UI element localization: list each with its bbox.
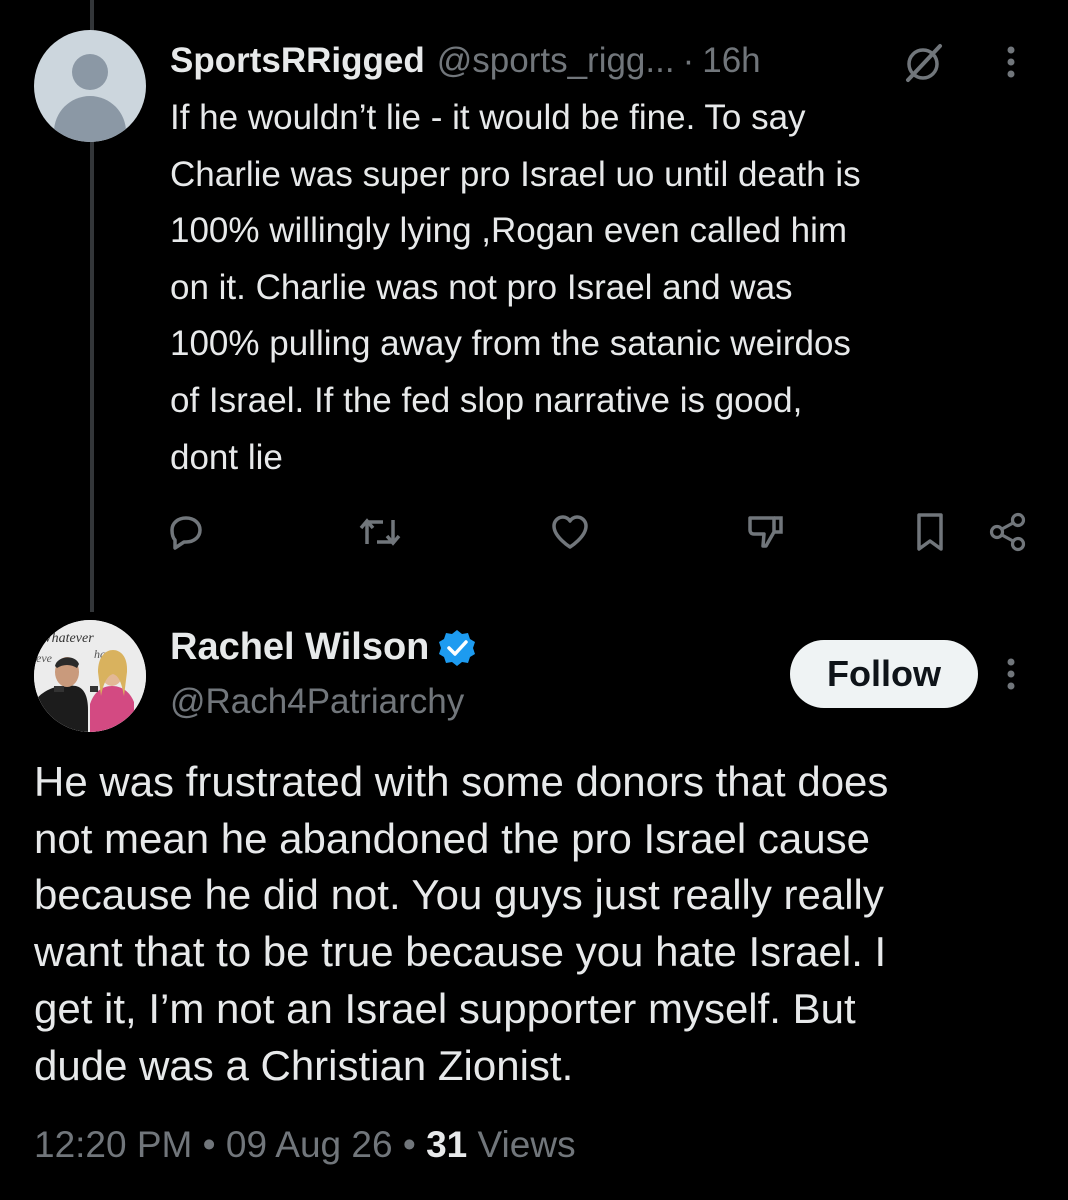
separator-dot: • xyxy=(202,1124,216,1165)
reply-text: If he wouldn’t lie - it would be fine. T… xyxy=(170,90,1030,486)
bookmark-button[interactable] xyxy=(906,508,954,556)
author-display-name[interactable]: Rachel Wilson xyxy=(170,626,429,669)
tweet-text-line: want that to be true because you hate Is… xyxy=(34,928,887,976)
share-icon xyxy=(989,512,1026,552)
author-name-row: Rachel Wilson xyxy=(170,626,477,669)
avatar-head-shape xyxy=(72,54,108,90)
default-avatar[interactable] xyxy=(34,30,146,142)
repost-button[interactable] xyxy=(356,508,404,556)
reply-tweet[interactable]: SportsRRigged @sports_rigg... · 16h If h… xyxy=(0,0,1068,610)
reply-text-line: 100% pulling away from the satanic weird… xyxy=(170,324,851,364)
tweet-text-line: get it, I’m not an Israel supporter myse… xyxy=(34,984,856,1032)
like-icon xyxy=(552,515,588,549)
views-label: Views xyxy=(477,1124,576,1165)
grok-icon[interactable] xyxy=(900,42,946,84)
reply-icon xyxy=(170,516,202,550)
tweet-text-line: because he did not. You guys just really… xyxy=(34,871,884,919)
dislike-icon xyxy=(748,516,783,548)
reply-timestamp[interactable]: 16h xyxy=(702,41,760,81)
reply-text-line: If he wouldn’t lie - it would be fine. T… xyxy=(170,98,806,137)
views-count: 31 xyxy=(426,1124,468,1165)
separator-dot: · xyxy=(682,41,695,80)
reply-text-line: of Israel. If the fed slop narrative is … xyxy=(170,380,803,420)
avatar-photo: Whatever eve hate xyxy=(34,620,146,732)
tweet-metadata: 12:20 PM • 09 Aug 26 • 31 Views xyxy=(34,1124,576,1166)
follow-button[interactable]: Follow xyxy=(790,640,978,708)
author-avatar[interactable]: Whatever eve hate xyxy=(34,620,146,732)
like-button[interactable] xyxy=(546,508,594,556)
reply-text-line: 100% willingly lying ,Rogan even called … xyxy=(170,211,848,251)
dislike-button[interactable] xyxy=(742,508,790,556)
verified-badge-icon[interactable] xyxy=(437,628,477,668)
bookmark-icon xyxy=(917,513,943,551)
more-options-icon[interactable] xyxy=(996,42,1026,82)
reply-header: SportsRRigged @sports_rigg... · 16h xyxy=(170,36,761,86)
tweet-text-line: not mean he abandoned the pro Israel cau… xyxy=(34,814,870,862)
tweet-text-line: He was frustrated with some donors that … xyxy=(34,758,889,805)
tweet-text-line: dude was a Christian Zionist. xyxy=(34,1041,574,1089)
avatar-shoulders-shape xyxy=(54,96,126,142)
reply-display-name[interactable]: SportsRRigged xyxy=(170,41,425,81)
repost-icon xyxy=(359,518,401,546)
reply-button[interactable] xyxy=(162,508,210,556)
author-handle[interactable]: @Rach4Patriarchy xyxy=(170,682,464,722)
main-tweet: Whatever eve hate Rachel Wilson @Rach4Pa… xyxy=(0,612,1068,1200)
tweet-date[interactable]: 09 Aug 26 xyxy=(226,1124,393,1165)
reply-handle[interactable]: @sports_rigg... xyxy=(437,41,675,81)
share-button[interactable] xyxy=(984,508,1032,556)
reply-action-bar xyxy=(0,508,1068,560)
more-options-icon[interactable] xyxy=(996,654,1026,694)
reply-text-line: dont lie xyxy=(170,437,283,477)
tweet-time[interactable]: 12:20 PM xyxy=(34,1124,192,1165)
avatar-background-text: Whatever xyxy=(40,631,94,646)
separator-dot: • xyxy=(402,1124,416,1165)
reply-text-line: on it. Charlie was not pro Israel and wa… xyxy=(170,267,793,307)
svg-text:eve: eve xyxy=(36,651,53,665)
reply-text-line: Charlie was super pro Israel uo until de… xyxy=(170,154,861,194)
tweet-text: He was frustrated with some donors that … xyxy=(34,754,1044,1094)
